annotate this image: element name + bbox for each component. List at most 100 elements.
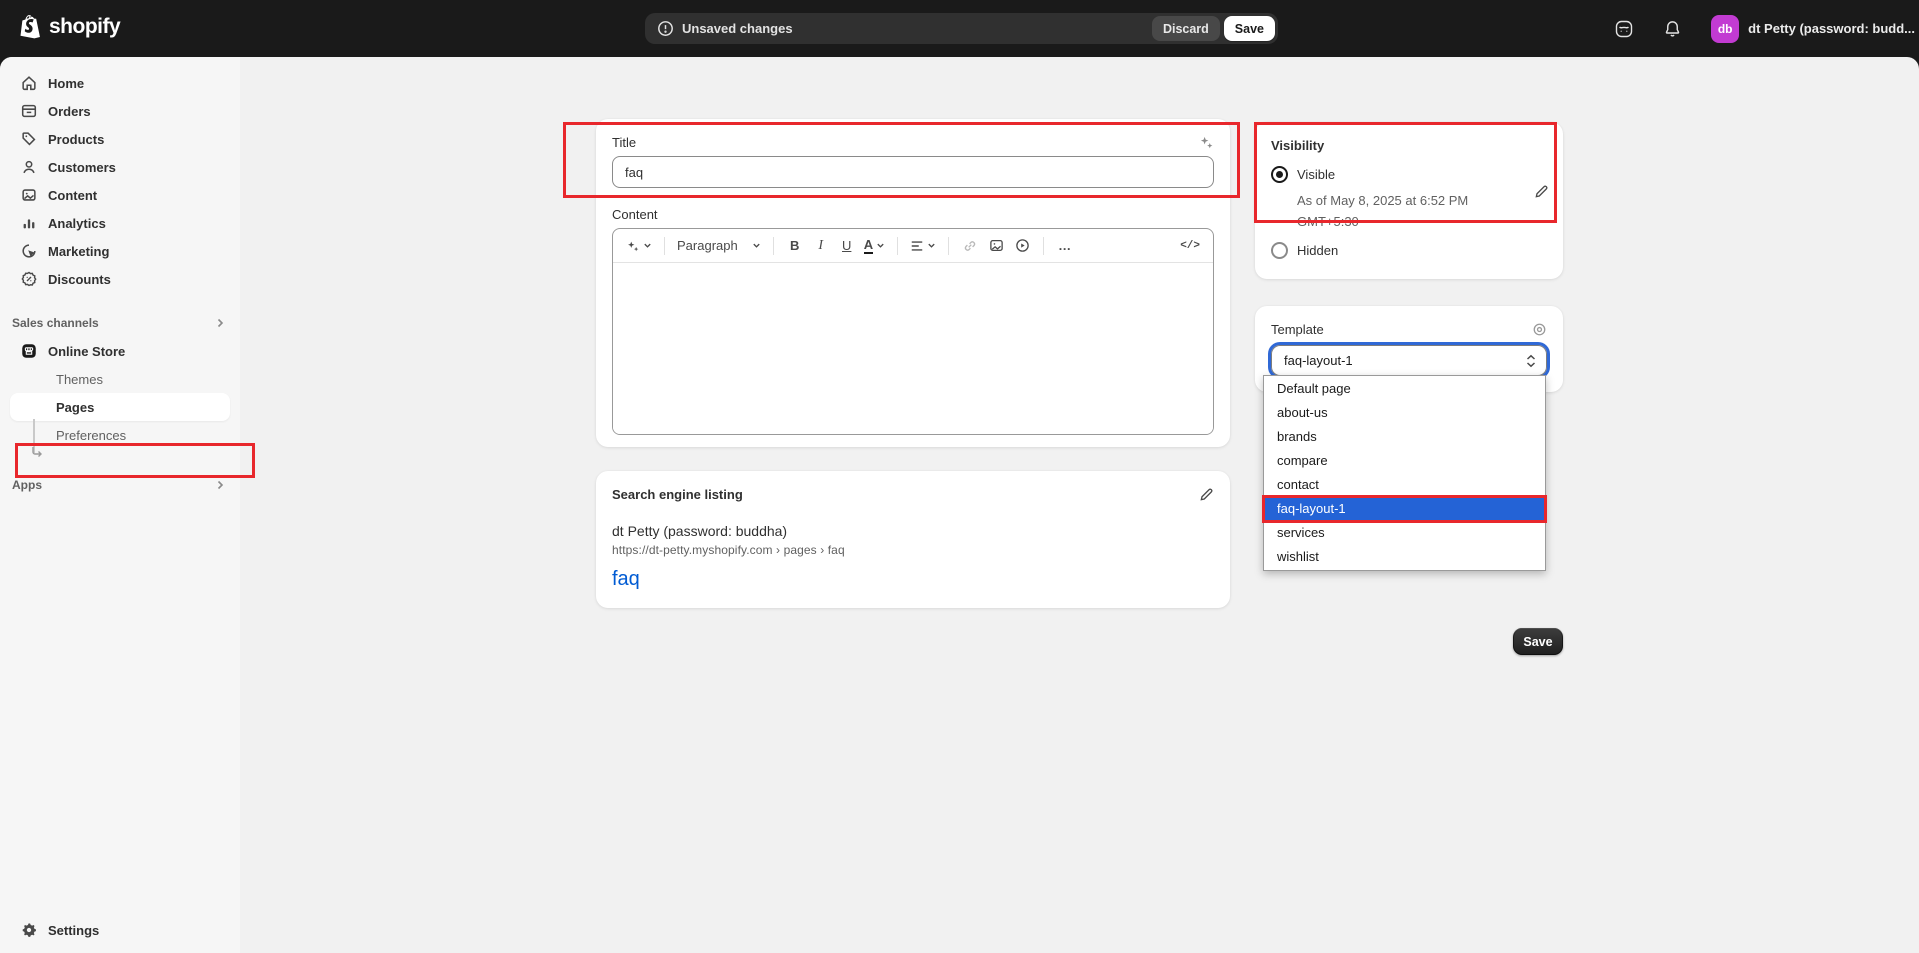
notifications-button[interactable] — [1655, 12, 1689, 46]
bottom-save-button[interactable]: Save — [1513, 628, 1563, 655]
user-name: dt Petty (password: budd... — [1748, 21, 1915, 36]
unsaved-changes-text: Unsaved changes — [682, 21, 1152, 36]
rich-text-editor: Paragraph B I U A — [612, 228, 1214, 435]
user-avatar: db — [1711, 15, 1739, 43]
visible-radio-row[interactable]: Visible — [1271, 166, 1547, 183]
chevron-down-icon — [643, 241, 652, 250]
orders-icon — [20, 102, 38, 120]
visible-label: Visible — [1297, 167, 1335, 182]
topbar-right: db dt Petty (password: budd... — [1607, 0, 1919, 57]
select-updown-icon — [1525, 353, 1537, 369]
seo-page-title-link[interactable]: faq — [612, 568, 1214, 591]
sales-channels-nav: Online Store Themes Pages Preferences — [0, 335, 240, 449]
apps-header[interactable]: Apps — [0, 473, 240, 497]
ai-sparkle-button[interactable] — [623, 234, 655, 258]
sidebar-item-content[interactable]: Content — [8, 181, 232, 209]
sidebar-item-analytics[interactable]: Analytics — [8, 209, 232, 237]
preview-eye-icon[interactable] — [1532, 322, 1547, 337]
sidebar-item-label: Orders — [48, 104, 91, 119]
paragraph-label: Paragraph — [677, 238, 738, 253]
bell-icon — [1663, 19, 1682, 38]
visibility-card: Visibility Visible As of May 8, 2025 at … — [1255, 122, 1563, 279]
seo-heading: Search engine listing — [612, 487, 743, 502]
alignment-dropdown[interactable] — [907, 234, 939, 258]
sidebar-item-settings[interactable]: Settings — [8, 916, 232, 944]
shopify-logo[interactable]: shopify — [20, 14, 120, 39]
assistant-icon — [1614, 19, 1634, 39]
alert-icon — [657, 20, 674, 37]
person-icon — [20, 158, 38, 176]
editor-toolbar: Paragraph B I U A — [613, 229, 1213, 263]
sidebar-item-label: Products — [48, 132, 104, 147]
edit-pencil-icon[interactable] — [1199, 487, 1214, 502]
template-option[interactable]: Default page — [1264, 377, 1545, 401]
template-select[interactable]: faq-layout-1 — [1271, 345, 1547, 376]
sales-channels-label: Sales channels — [12, 316, 99, 330]
sales-channels-header[interactable]: Sales channels — [0, 311, 240, 335]
text-color-button[interactable]: A — [861, 234, 888, 258]
magic-sparkle-icon[interactable] — [1199, 135, 1214, 150]
template-option[interactable]: contact — [1264, 473, 1545, 497]
chevron-down-icon — [876, 241, 885, 250]
visible-radio-selected[interactable] — [1271, 166, 1288, 183]
apps-label: Apps — [12, 478, 42, 492]
bold-button[interactable]: B — [783, 234, 807, 258]
sidebar-item-products[interactable]: Products — [8, 125, 232, 153]
toolbar-divider — [664, 237, 665, 255]
template-option[interactable]: services — [1264, 521, 1545, 545]
seo-store-name: dt Petty (password: buddha) — [612, 523, 1214, 539]
hidden-radio[interactable] — [1271, 242, 1288, 259]
shopify-bag-icon — [20, 14, 42, 39]
link-button[interactable] — [958, 234, 982, 258]
chevron-down-icon — [927, 241, 936, 250]
topbar-save-button[interactable]: Save — [1224, 16, 1275, 41]
main-nav: Home Orders Products Customers Content — [0, 57, 240, 293]
content-label: Content — [612, 207, 1214, 222]
insert-image-button[interactable] — [984, 234, 1008, 258]
media-icon — [20, 186, 38, 204]
sidebar-item-discounts[interactable]: Discounts — [8, 265, 232, 293]
toolbar-divider — [948, 237, 949, 255]
editor-body[interactable] — [613, 263, 1213, 435]
template-option[interactable]: brands — [1264, 425, 1545, 449]
sidebar-item-pages[interactable]: Pages — [10, 393, 230, 421]
bar-chart-icon — [20, 214, 38, 232]
toolbar-divider — [773, 237, 774, 255]
template-label: Template — [1271, 322, 1324, 337]
underline-button[interactable]: U — [835, 234, 859, 258]
insert-video-button[interactable] — [1010, 234, 1034, 258]
sidebar-item-label: Content — [48, 188, 97, 203]
template-option[interactable]: about-us — [1264, 401, 1545, 425]
sidebar-item-online-store[interactable]: Online Store — [8, 337, 232, 365]
template-option[interactable]: wishlist — [1264, 545, 1545, 569]
topbar: shopify Unsaved changes Discard Save — [0, 0, 1919, 57]
title-input[interactable]: faq — [612, 156, 1214, 188]
sidebar-item-home[interactable]: Home — [8, 69, 232, 97]
hidden-radio-row[interactable]: Hidden — [1271, 242, 1547, 259]
sidebar-item-label: Themes — [56, 372, 103, 387]
sidebar-item-marketing[interactable]: Marketing — [8, 237, 232, 265]
italic-button[interactable]: I — [809, 234, 833, 258]
sidebar-item-customers[interactable]: Customers — [8, 153, 232, 181]
paragraph-style-dropdown[interactable]: Paragraph — [674, 234, 764, 258]
sidekick-assistant-button[interactable] — [1607, 12, 1641, 46]
visibility-heading: Visibility — [1271, 138, 1547, 153]
content-frame: Home Orders Products Customers Content — [0, 57, 1919, 953]
discard-button[interactable]: Discard — [1152, 16, 1220, 41]
visible-note-line2: GMT+5:30 — [1297, 214, 1359, 229]
discount-icon — [20, 270, 38, 288]
sidebar-item-themes[interactable]: Themes — [8, 365, 232, 393]
more-options-button[interactable]: … — [1053, 234, 1077, 258]
shopify-admin-app: shopify Unsaved changes Discard Save — [0, 0, 1919, 953]
template-option[interactable]: faq-layout-1 — [1264, 497, 1545, 521]
title-input-value: faq — [625, 165, 643, 180]
sidebar-item-orders[interactable]: Orders — [8, 97, 232, 125]
template-option[interactable]: compare — [1264, 449, 1545, 473]
edit-visibility-pencil-icon[interactable] — [1534, 184, 1549, 199]
code-view-button[interactable]: </> — [1177, 234, 1203, 258]
sidebar-item-label: Marketing — [48, 244, 109, 259]
title-label: Title — [612, 135, 636, 150]
sidebar-item-label: Home — [48, 76, 84, 91]
user-menu[interactable]: db dt Petty (password: budd... — [1703, 9, 1919, 49]
online-store-icon — [20, 342, 38, 360]
